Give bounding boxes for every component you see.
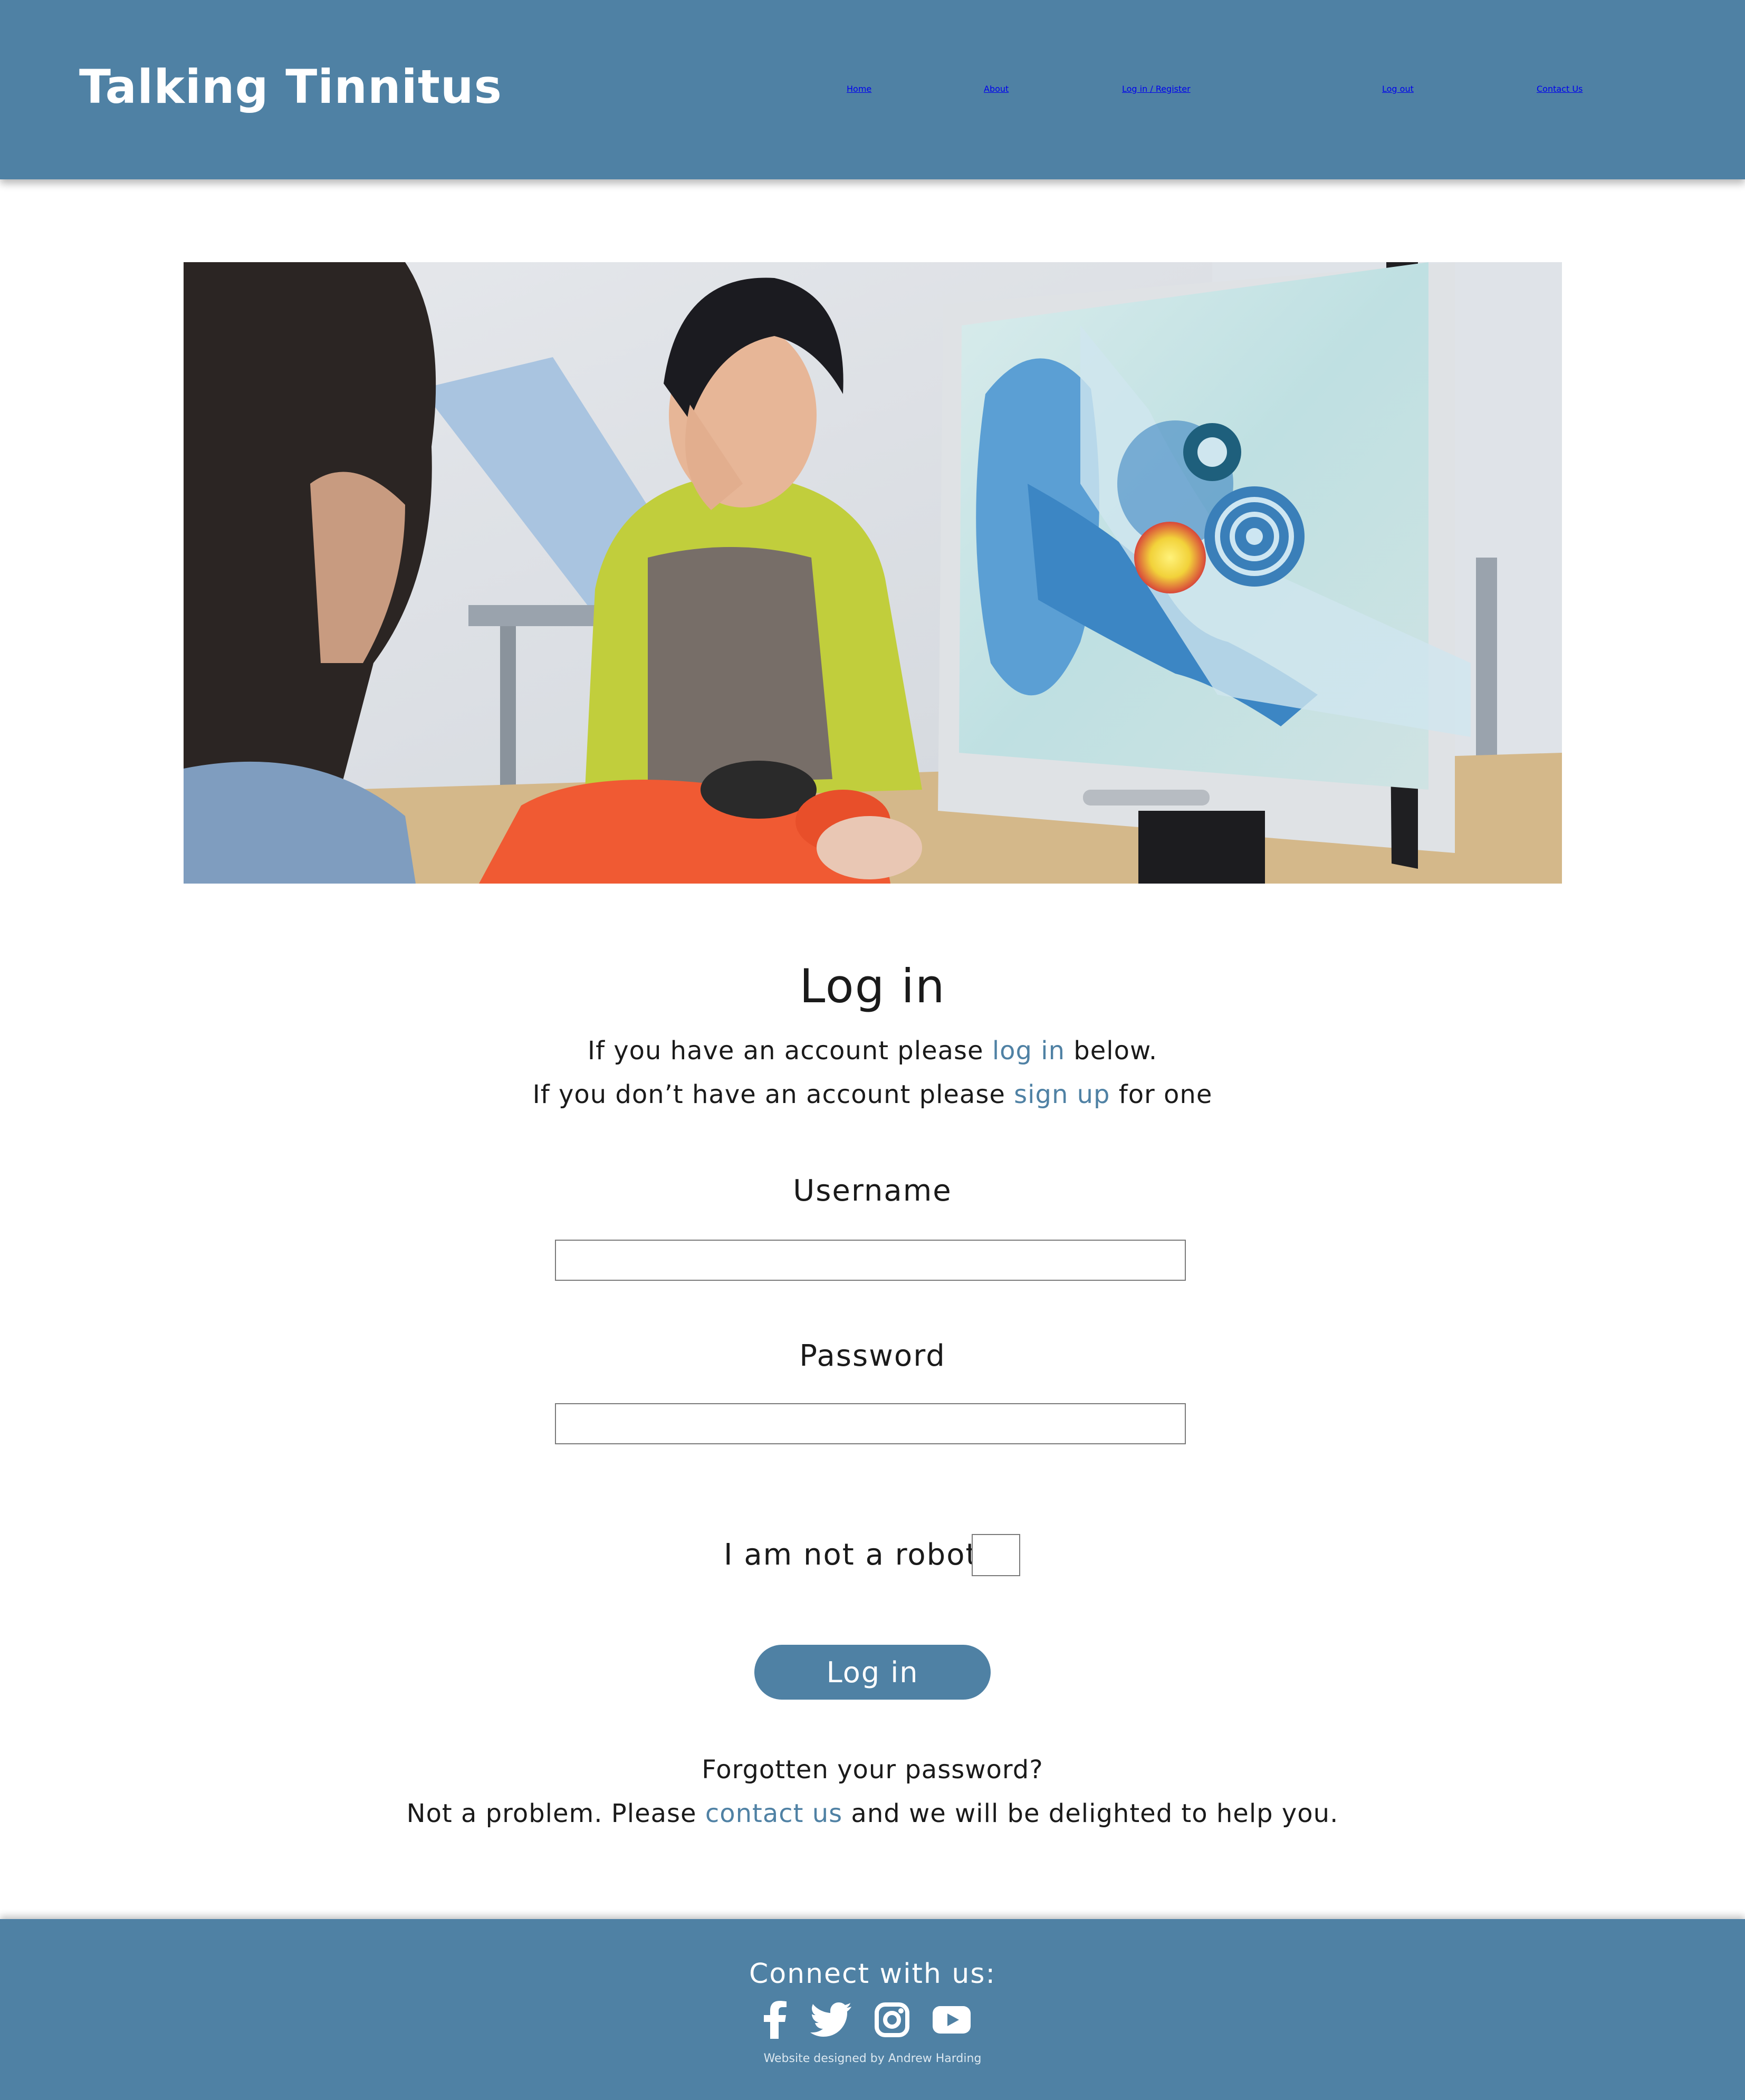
nav-about-link[interactable]: About — [984, 73, 1009, 104]
doctor-patient-ear-scan-photo — [184, 262, 1562, 884]
footer-credit: Website designed by Andrew Harding — [763, 2052, 982, 2065]
instagram-icon[interactable] — [875, 2002, 909, 2039]
login-title: Log in — [799, 959, 946, 1013]
site-header: Talking Tinnitus Home About Log in / Reg… — [0, 0, 1745, 179]
login-intro-line-1: If you have an account please log in bel… — [0, 1035, 1745, 1067]
nav-home-link[interactable]: Home — [847, 73, 871, 104]
username-input[interactable] — [555, 1240, 1186, 1281]
youtube-icon[interactable] — [933, 2006, 971, 2036]
social-links — [764, 2001, 971, 2041]
hero-image — [184, 262, 1562, 884]
site-footer: Connect with us: Website designed by And… — [0, 1919, 1745, 2100]
log-in-button[interactable]: Log in — [754, 1645, 991, 1700]
username-label: Username — [793, 1174, 952, 1208]
connect-heading: Connect with us: — [749, 1958, 996, 1990]
facebook-icon[interactable] — [764, 2001, 787, 2041]
password-input[interactable] — [555, 1403, 1186, 1444]
login-intro-line-2: If you don’t have an account please sign… — [0, 1079, 1745, 1110]
help-text: Not a problem. Please — [406, 1799, 705, 1828]
sign-up-link[interactable]: sign up — [1014, 1080, 1110, 1109]
nav-login-register-link[interactable]: Log in / Register — [1122, 73, 1191, 104]
contact-us-link[interactable]: contact us — [705, 1799, 842, 1828]
intro-text: for one — [1110, 1080, 1213, 1109]
log-in-link[interactable]: log in — [992, 1036, 1065, 1066]
intro-text: If you don’t have an account please — [532, 1080, 1014, 1109]
help-text: and we will be delighted to help you. — [842, 1799, 1339, 1828]
robot-check-label: I am not a robot — [724, 1538, 979, 1572]
password-label: Password — [799, 1339, 946, 1373]
site-logo-text[interactable]: Talking Tinnitus — [79, 59, 502, 115]
forgot-password-help: Not a problem. Please contact us and we … — [0, 1798, 1745, 1829]
intro-text: If you have an account please — [587, 1036, 992, 1066]
intro-text: below. — [1065, 1036, 1158, 1066]
nav-logout-link[interactable]: Log out — [1382, 73, 1414, 104]
robot-checkbox[interactable] — [972, 1534, 1020, 1576]
twitter-icon[interactable] — [810, 2002, 851, 2039]
nav-contact-link[interactable]: Contact Us — [1537, 73, 1583, 104]
forgot-password-text: Forgotten your password? — [702, 1755, 1043, 1785]
